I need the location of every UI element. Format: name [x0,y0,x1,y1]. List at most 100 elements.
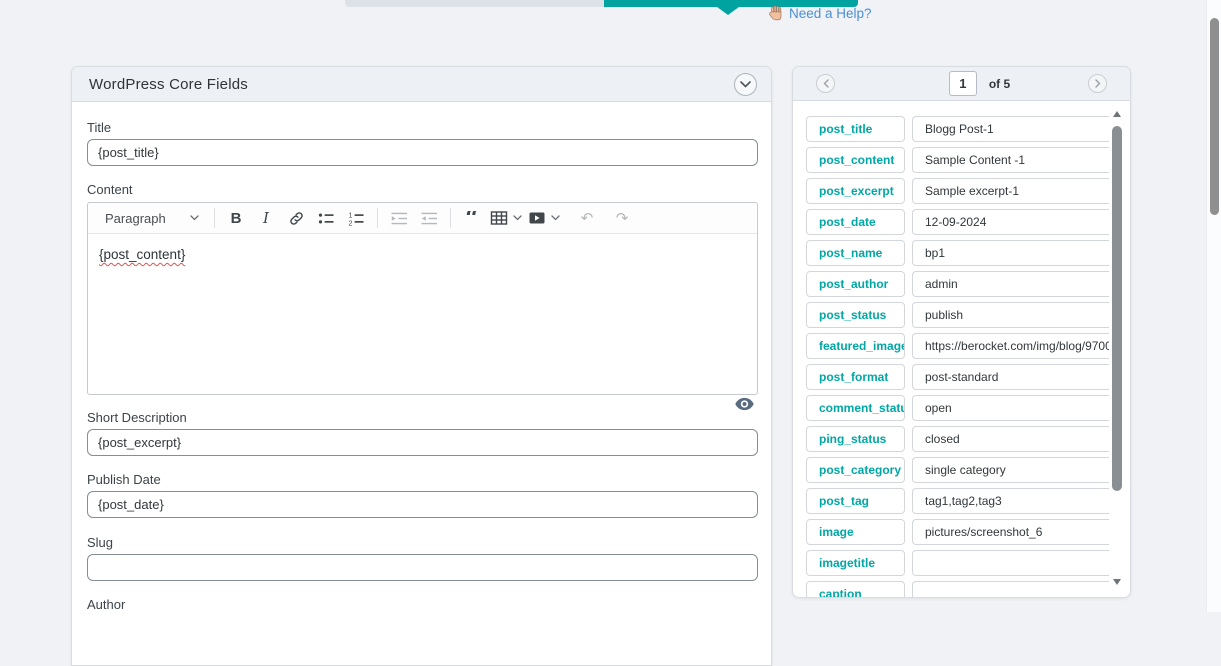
page-number-input[interactable] [949,71,977,96]
field-value-box: publish [912,302,1109,328]
need-help-link[interactable]: Need a Help? [768,5,872,21]
field-row: post_excerpt Sample excerpt-1 [806,178,1109,204]
field-value-box: closed [912,426,1109,452]
toolbar-divider [450,208,451,228]
field-name-pill[interactable]: caption [806,581,905,597]
field-value-box: single category [912,457,1109,483]
field-name-pill[interactable]: imagetitle [806,550,905,576]
field-value-box: https://berocket.com/img/blog/97001e [912,333,1109,359]
indent-button[interactable] [417,206,441,230]
field-value-label: publish [925,308,963,322]
field-value-box: admin [912,271,1109,297]
content-editable-area[interactable]: {post_content} [88,234,757,394]
next-record-button[interactable] [1088,74,1107,93]
field-row: post_status publish [806,302,1109,328]
field-value-label: post-standard [925,370,998,384]
field-name-pill[interactable]: post_category [806,457,905,483]
field-name-label: ping_status [819,432,886,446]
previous-record-button[interactable] [816,74,835,93]
progress-track [345,0,604,7]
field-value-label: 12-09-2024 [925,215,986,229]
field-name-label: post_tag [819,494,869,508]
outdent-button[interactable] [387,206,411,230]
field-name-label: imagetitle [819,556,875,570]
page-indicator: of 5 [949,71,1010,96]
short-description-input[interactable] [87,429,758,456]
author-label: Author [87,597,758,612]
field-row: post_author admin [806,271,1109,297]
panel-scrollbar [1110,105,1124,591]
field-name-pill[interactable]: comment_status [806,395,905,421]
field-name-pill[interactable]: ping_status [806,426,905,452]
hand-icon [768,5,784,21]
redo-button[interactable]: ↷ [610,206,634,230]
chevron-down-icon [740,81,751,88]
panel-scrollbar-thumb[interactable] [1112,126,1122,491]
field-row: post_tag tag1,tag2,tag3 [806,488,1109,514]
field-value-label: single category [925,463,1006,477]
field-name-label: comment_status [819,401,905,415]
content-editor: Paragraph B I [87,202,758,395]
field-value-label: bp1 [925,246,945,260]
field-name-pill[interactable]: post_excerpt [806,178,905,204]
scroll-up-arrow-icon[interactable] [1113,111,1121,117]
field-name-pill[interactable]: featured_image [806,333,905,359]
preview-rows: post_title Blogg Post-1 post_content Sam… [793,101,1130,597]
chevron-down-icon [190,215,199,221]
field-name-pill[interactable]: post_title [806,116,905,142]
field-name-pill[interactable]: post_date [806,209,905,235]
field-name-pill[interactable]: post_content [806,147,905,173]
field-row: post_format post-standard [806,364,1109,390]
field-name-label: post_date [819,215,876,229]
preview-pagination-bar: of 5 [793,67,1130,101]
collapse-button[interactable] [734,73,757,96]
field-name-pill[interactable]: post_author [806,271,905,297]
table-icon [490,210,508,226]
italic-button[interactable]: I [254,206,278,230]
blockquote-button[interactable]: “ [460,211,484,225]
field-name-label: caption [819,587,862,597]
field-row: comment_status open [806,395,1109,421]
media-icon [528,210,546,226]
field-row: post_title Blogg Post-1 [806,116,1109,142]
field-value-box: Blogg Post-1 [912,116,1109,142]
paragraph-select[interactable]: Paragraph [97,206,205,230]
bold-button[interactable]: B [224,206,248,230]
publish-date-input[interactable] [87,491,758,518]
field-name-pill[interactable]: post_tag [806,488,905,514]
short-description-label: Short Description [87,410,758,425]
page-scrollbar-thumb[interactable] [1210,18,1219,215]
field-value-label: pictures/screenshot_6 [925,525,1042,539]
field-value-label: open [925,401,952,415]
editor-toolbar: Paragraph B I [88,203,757,234]
link-icon [288,210,305,227]
outdent-icon [391,211,408,226]
field-name-pill[interactable]: image [806,519,905,545]
title-input[interactable] [87,139,758,166]
field-name-label: post_status [819,308,886,322]
table-button[interactable] [490,206,522,230]
bullet-list-button[interactable] [314,206,338,230]
field-value-box: open [912,395,1109,421]
field-name-pill[interactable]: post_status [806,302,905,328]
undo-button[interactable]: ↶ [575,206,599,230]
preview-eye-button[interactable] [734,396,755,412]
field-name-label: post_category [819,463,901,477]
chevron-down-icon [513,215,522,221]
numbered-list-button[interactable]: 1 2 [344,206,368,230]
scroll-down-arrow-icon[interactable] [1113,579,1121,585]
svg-text:2: 2 [348,220,352,225]
field-value-box: Sample Content -1 [912,147,1109,173]
need-help-label[interactable]: Need a Help? [789,6,872,21]
content-label: Content [87,182,758,197]
chevron-right-icon [1095,79,1101,88]
field-row: post_date 12-09-2024 [806,209,1109,235]
field-value-label: Sample Content -1 [925,153,1025,167]
slug-input[interactable] [87,554,758,581]
field-value-box [912,550,1109,576]
field-name-pill[interactable]: post_format [806,364,905,390]
field-name-pill[interactable]: post_name [806,240,905,266]
link-button[interactable] [284,206,308,230]
page-scrollbar[interactable] [1206,0,1221,612]
embed-media-button[interactable] [528,206,560,230]
